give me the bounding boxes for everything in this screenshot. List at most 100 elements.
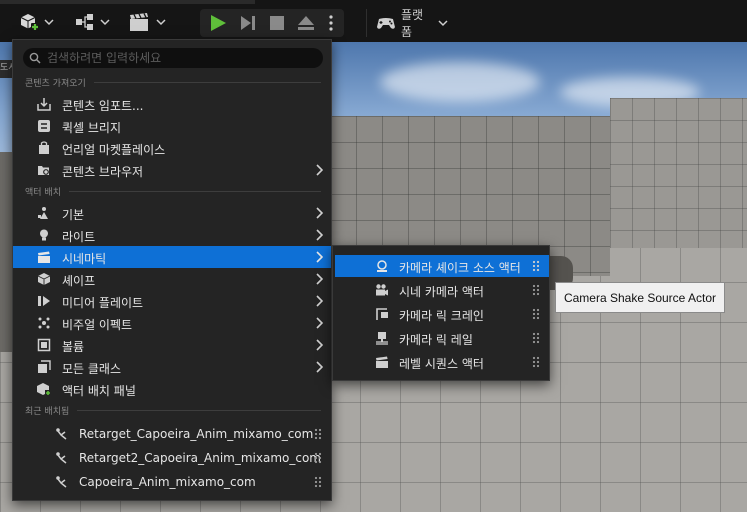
chevron-down-icon — [100, 19, 110, 26]
cinematics-button[interactable] — [128, 9, 166, 35]
chevron-right-icon — [316, 273, 323, 285]
cine-camera-icon — [376, 284, 388, 296]
basic-actor-icon — [38, 207, 48, 219]
section-content-import: 콘텐츠 가져오기 — [25, 75, 321, 89]
drag-handle-icon[interactable] — [532, 332, 540, 344]
chevron-down-icon — [44, 19, 54, 26]
drag-handle-icon[interactable] — [314, 428, 322, 440]
chevron-right-icon — [316, 229, 323, 241]
menu-item-content-browser[interactable]: 콘텐츠 브라우저 — [13, 159, 331, 181]
drag-handle-icon[interactable] — [314, 476, 322, 488]
play-icon[interactable] — [208, 13, 228, 33]
clapperboard-icon — [130, 13, 148, 31]
platforms-button[interactable]: 플랫폼 — [366, 8, 448, 39]
tab-strip — [0, 0, 255, 4]
menu-item-marketplace[interactable]: 언리얼 마켓플레이스 — [13, 137, 331, 159]
camera-rail-icon — [376, 332, 388, 345]
menu-item-all-classes[interactable]: 모든 클래스 — [13, 356, 331, 378]
submenu-item-level-sequence[interactable]: 레벨 시퀀스 액터 — [335, 351, 549, 373]
blueprint-button[interactable] — [74, 9, 110, 35]
stop-icon[interactable] — [268, 14, 286, 32]
section-recent: 최근 배치됨 — [25, 403, 321, 417]
add-actor-icon — [20, 14, 39, 31]
light-bulb-icon — [40, 229, 48, 241]
menu-item-label: 기본 — [62, 208, 85, 222]
menu-item-label: 시네마틱 — [62, 252, 107, 266]
viewport-wall-right — [610, 98, 747, 248]
recent-item[interactable]: Capoeira_Anim_mixamo_com — [13, 471, 331, 493]
search-box[interactable] — [23, 48, 323, 68]
more-options-icon[interactable] — [326, 13, 336, 33]
search-input[interactable] — [47, 51, 317, 65]
gamepad-icon — [376, 18, 395, 29]
menu-item-label: 언리얼 마켓플레이스 — [62, 143, 166, 157]
chevron-right-icon — [316, 207, 323, 219]
menu-item-import[interactable]: 콘텐츠 임포트... — [13, 93, 331, 115]
recent-item-label: Retarget2_Capoeira_Anim_mixamo_com — [79, 451, 321, 465]
search-icon — [29, 52, 41, 64]
section-actor-placement: 액터 배치 — [25, 184, 321, 198]
step-forward-icon[interactable] — [238, 13, 258, 33]
menu-item-label: 라이트 — [62, 230, 96, 244]
chevron-right-icon — [316, 317, 323, 329]
recent-item[interactable]: Retarget_Capoeira_Anim_mixamo_com — [13, 423, 331, 445]
menu-item-label: 미디어 플레이트 — [62, 296, 144, 310]
clapperboard-icon — [376, 356, 388, 368]
section-label: 콘텐츠 가져오기 — [25, 78, 86, 89]
media-play-icon — [38, 296, 50, 306]
menu-item-place-actors-panel[interactable]: 액터 배치 패널 — [13, 378, 331, 400]
submenu-item-cine-camera[interactable]: 시네 카메라 액터 — [335, 279, 549, 301]
eject-icon[interactable] — [296, 13, 316, 33]
play-controls — [200, 9, 344, 37]
menu-item-shapes[interactable]: 셰이프 — [13, 268, 331, 290]
menu-item-label: 퀵셀 브리지 — [62, 121, 122, 135]
submenu-item-label: 카메라 셰이크 소스 액터 — [399, 261, 521, 275]
menu-item-cinematic[interactable]: 시네마틱 — [13, 246, 331, 268]
submenu-item-camera-shake-source[interactable]: 카메라 셰이크 소스 액터 — [335, 255, 549, 277]
menu-item-quixel-bridge[interactable]: 퀵셀 브리지 — [13, 115, 331, 137]
menu-item-label: 셰이프 — [62, 274, 96, 288]
volume-box-icon — [37, 338, 51, 352]
drag-handle-icon[interactable] — [532, 284, 540, 296]
chevron-down-icon — [156, 19, 166, 26]
drag-handle-icon[interactable] — [532, 308, 540, 320]
chevron-right-icon — [316, 361, 323, 373]
viewport-cloud — [380, 62, 540, 102]
chevron-down-icon — [438, 20, 448, 27]
menu-item-label: 콘텐츠 임포트... — [62, 99, 144, 113]
skeletal-mesh-icon — [56, 476, 67, 488]
menu-item-media-plate[interactable]: 미디어 플레이트 — [13, 290, 331, 312]
menu-item-label: 콘텐츠 브라우저 — [62, 165, 144, 179]
drag-handle-icon[interactable] — [532, 260, 540, 272]
tooltip: Camera Shake Source Actor — [555, 282, 725, 313]
menu-item-lights[interactable]: 라이트 — [13, 224, 331, 246]
menu-item-label: 비주얼 이펙트 — [62, 318, 133, 332]
section-label: 최근 배치됨 — [25, 406, 70, 417]
cinematic-submenu: 카메라 셰이크 소스 액터 시네 카메라 액터 카메라 릭 크레인 카메라 릭 … — [332, 245, 550, 381]
submenu-item-label: 카메라 릭 레일 — [399, 333, 473, 347]
recent-item-label: Retarget_Capoeira_Anim_mixamo_com — [79, 427, 314, 441]
submenu-item-camera-rig-rail[interactable]: 카메라 릭 레일 — [335, 327, 549, 349]
menu-item-basic[interactable]: 기본 — [13, 202, 331, 224]
drag-handle-icon[interactable] — [532, 356, 540, 368]
menu-item-label: 볼륨 — [62, 340, 85, 354]
submenu-item-label: 시네 카메라 액터 — [399, 285, 484, 299]
menu-item-visual-effects[interactable]: 비주얼 이펙트 — [13, 312, 331, 334]
submenu-item-camera-rig-crane[interactable]: 카메라 릭 크레인 — [335, 303, 549, 325]
clapperboard-icon — [38, 251, 50, 263]
skeletal-mesh-icon — [56, 428, 67, 440]
main-toolbar: 플랫폼 — [0, 0, 747, 42]
submenu-item-label: 레벨 시퀀스 액터 — [399, 357, 484, 371]
chevron-right-icon — [316, 295, 323, 307]
submenu-item-label: 카메라 릭 크레인 — [399, 309, 484, 323]
recent-item[interactable]: Retarget2_Capoeira_Anim_mixamo_com — [13, 447, 331, 469]
particles-icon — [38, 317, 50, 329]
drag-handle-icon[interactable] — [314, 452, 322, 464]
menu-item-label: 모든 클래스 — [62, 362, 122, 376]
side-tab[interactable]: 도시 — [0, 60, 12, 78]
add-actor-button[interactable] — [18, 9, 54, 35]
menu-item-volumes[interactable]: 볼륨 — [13, 334, 331, 356]
marketplace-bag-icon — [39, 141, 49, 154]
add-actor-menu: 콘텐츠 가져오기 콘텐츠 임포트... 퀵셀 브리지 언리얼 마켓플레이스 콘텐… — [12, 39, 332, 501]
place-actors-icon — [37, 383, 51, 396]
